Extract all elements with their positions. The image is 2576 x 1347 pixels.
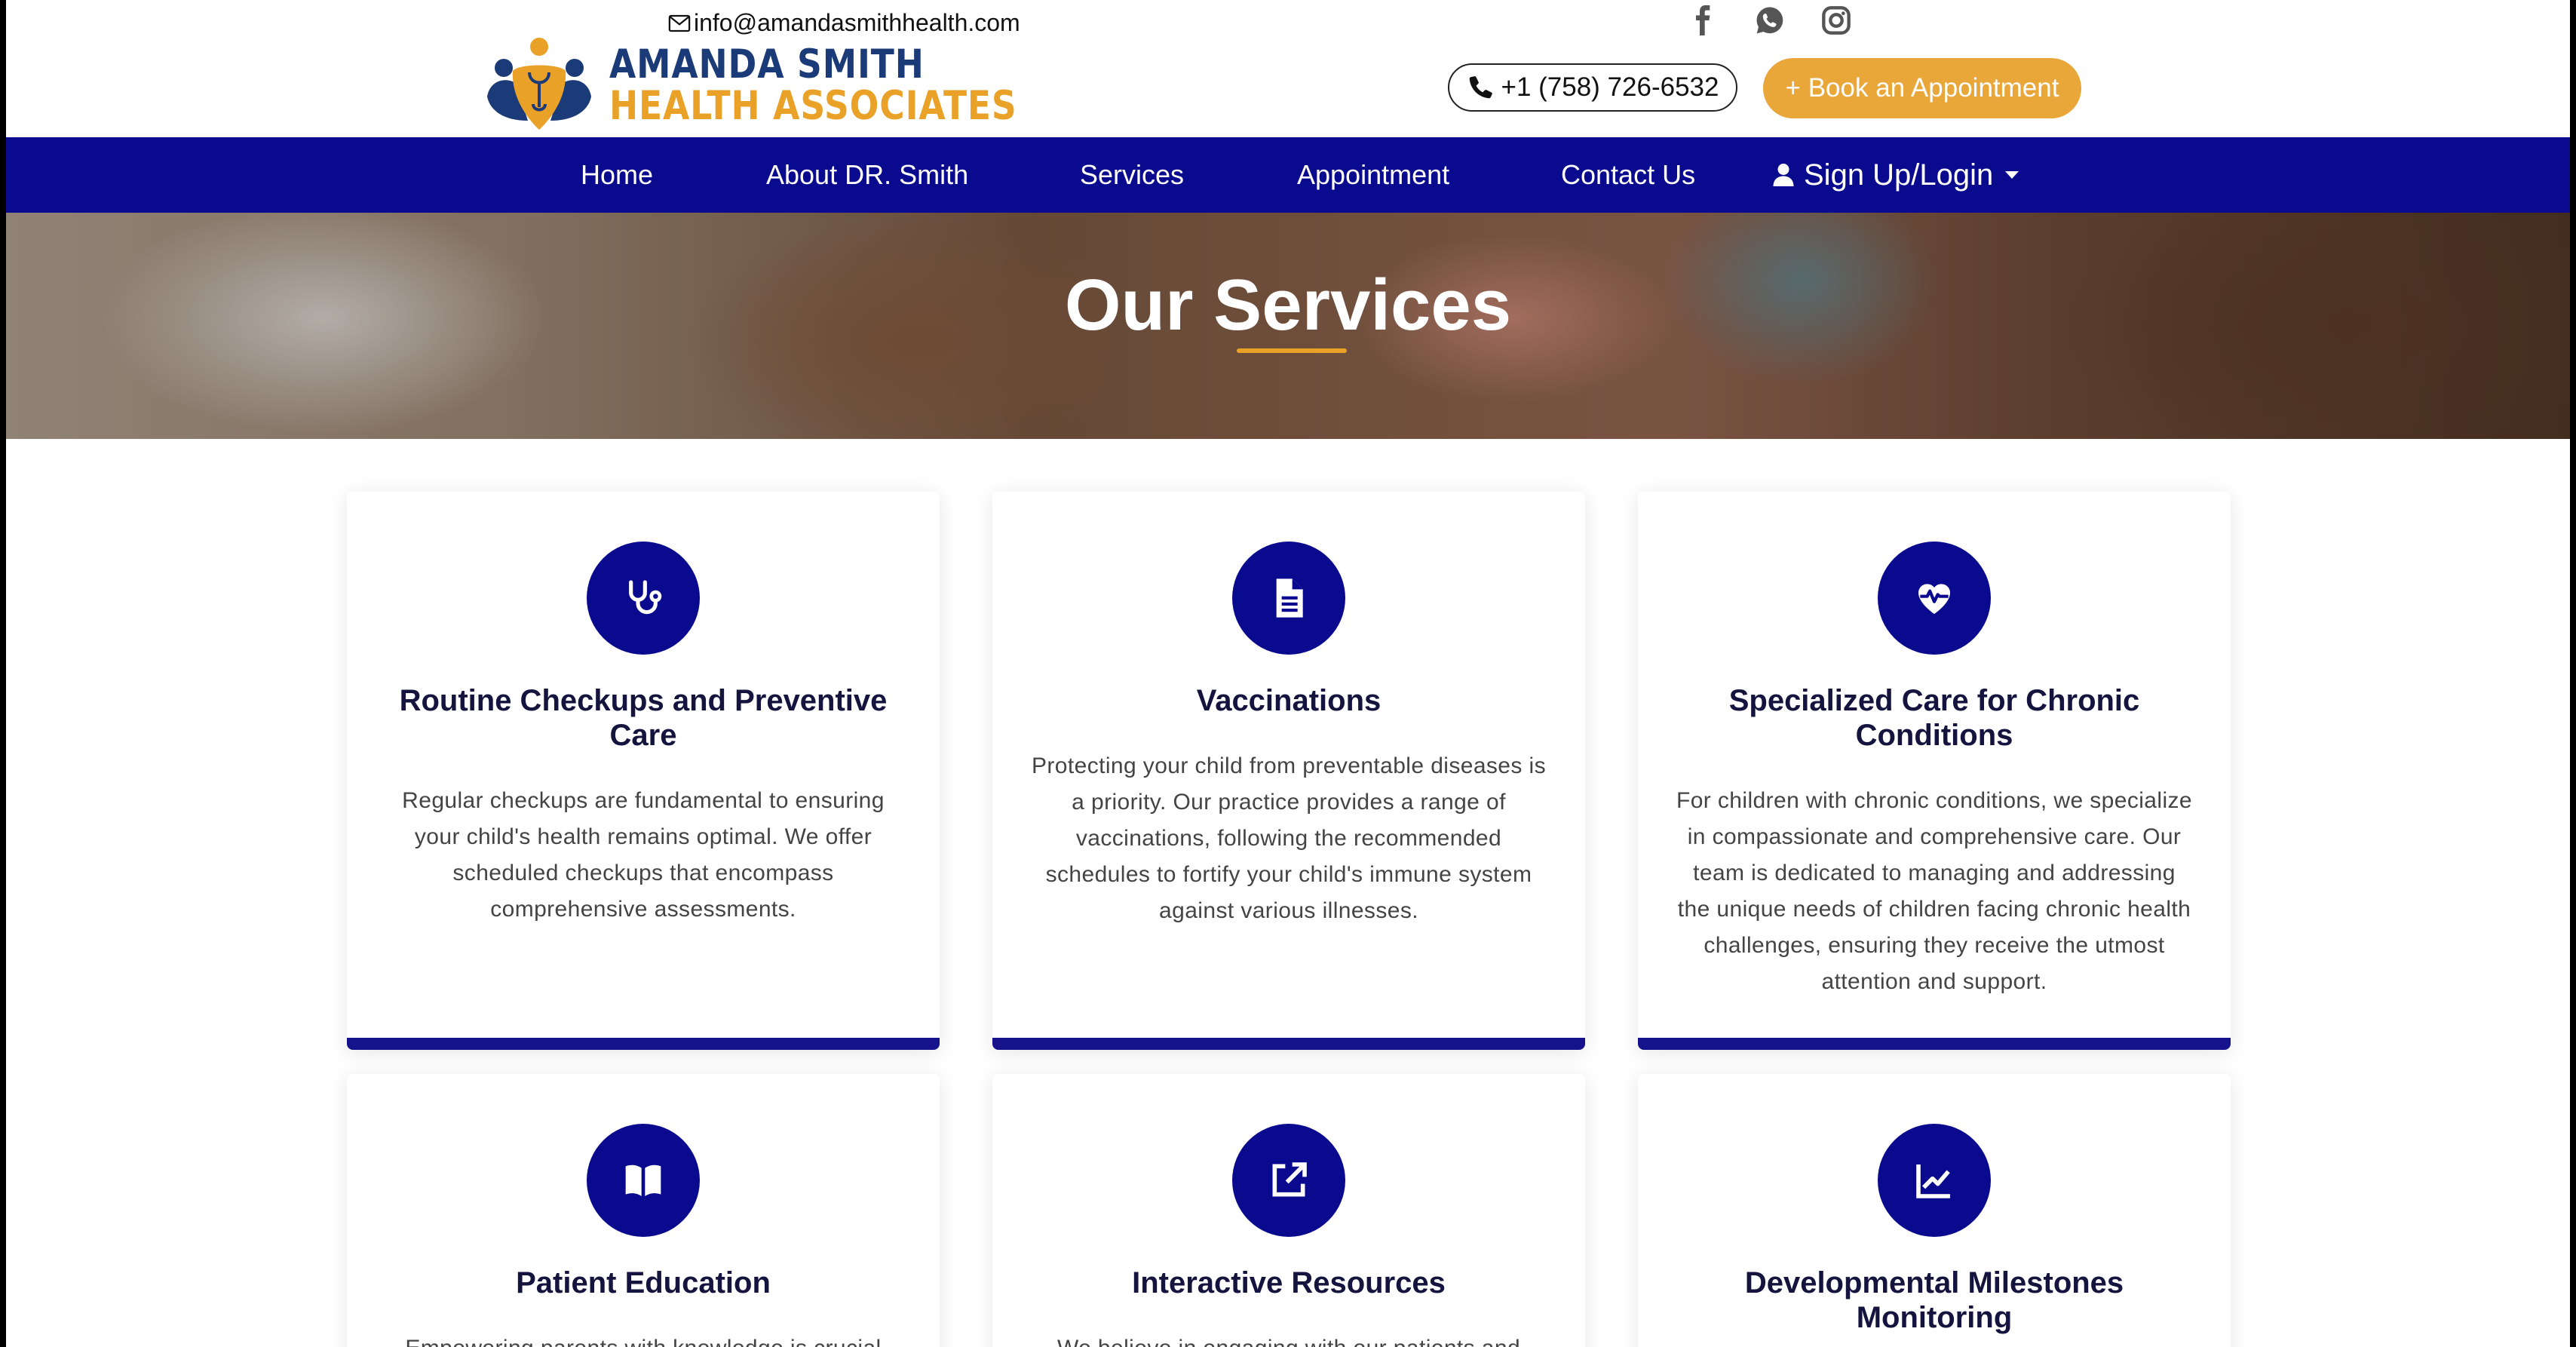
main-nav: Home About DR. Smith Services Appointmen… [6,137,2570,213]
heart-pulse-icon [1878,542,1991,655]
user-icon [1773,164,1794,186]
service-card[interactable]: Interactive Resources We believe in enga… [992,1074,1585,1347]
book-icon [587,1124,700,1237]
site-logo[interactable]: AMANDA SMITH HEALTH ASSOCIATES [483,36,1084,134]
title-underline [1237,348,1347,353]
service-title: Vaccinations [1196,684,1382,717]
facebook-icon[interactable] [1688,3,1719,38]
top-header: info@amandasmithhealth.com AMANDA SMITH … [6,0,2570,137]
phone-button[interactable]: +1 (758) 726-6532 [1448,63,1737,112]
page-title: Our Services [1064,265,1512,345]
nav-services[interactable]: Services [1080,137,1184,213]
service-description: Regular checkups are fundamental to ensu… [402,788,885,922]
logo-line2: HEALTH ASSOCIATES [609,83,1017,129]
social-links [1688,3,1852,38]
chart-line-icon [1878,1124,1991,1237]
service-card[interactable]: Patient Education Empowering parents wit… [347,1074,940,1347]
service-title: Routine Checkups and Preventive Care [399,684,888,752]
card-accent-bar [992,1038,1585,1050]
phone-icon [1469,76,1492,99]
service-card[interactable]: Developmental Milestones Monitoring [1638,1074,2231,1347]
service-description: Empowering parents with knowledge is cru… [385,1330,902,1347]
card-accent-bar [1638,1038,2231,1050]
book-appointment-button[interactable]: + Book an Appointment [1763,58,2081,118]
nav-home[interactable]: Home [581,137,653,213]
service-card[interactable]: Routine Checkups and Preventive Care Reg… [347,492,940,1050]
logo-line1: AMANDA SMITH [609,41,925,87]
service-card[interactable]: Specialized Care for Chronic Conditions … [1638,492,2231,1050]
service-description: We believe in engaging with our patients… [1030,1330,1547,1347]
nav-login-dropdown[interactable]: Sign Up/Login [1772,137,2019,213]
nav-appointment[interactable]: Appointment [1297,137,1449,213]
logo-mark-icon [487,38,591,130]
whatsapp-icon[interactable] [1754,3,1786,38]
nav-contact[interactable]: Contact Us [1561,137,1695,213]
envelope-icon [668,14,691,32]
service-card[interactable]: Vaccinations Protecting your child from … [992,492,1585,1050]
stethoscope-icon [587,542,700,655]
service-title: Patient Education [516,1266,771,1299]
service-title: Specialized Care for Chronic Conditions [1728,684,2140,752]
document-icon [1232,542,1345,655]
service-description: For children with chronic conditions, we… [1676,788,2193,994]
email-text: info@amandasmithhealth.com [694,9,1020,36]
hero-banner: Our Services [6,213,2570,439]
service-description: Protecting your child from preventable d… [1032,753,1546,923]
header-email[interactable]: info@amandasmithhealth.com [668,9,1020,37]
login-label: Sign Up/Login [1804,158,1994,192]
phone-number: +1 (758) 726-6532 [1501,72,1719,102]
instagram-icon[interactable] [1820,3,1852,38]
nav-about[interactable]: About DR. Smith [766,137,968,213]
service-title: Interactive Resources [1132,1266,1446,1299]
card-accent-bar [347,1038,940,1050]
chevron-down-icon [2005,171,2019,179]
service-title: Developmental Milestones Monitoring [1744,1266,2124,1334]
external-link-icon [1232,1124,1345,1237]
